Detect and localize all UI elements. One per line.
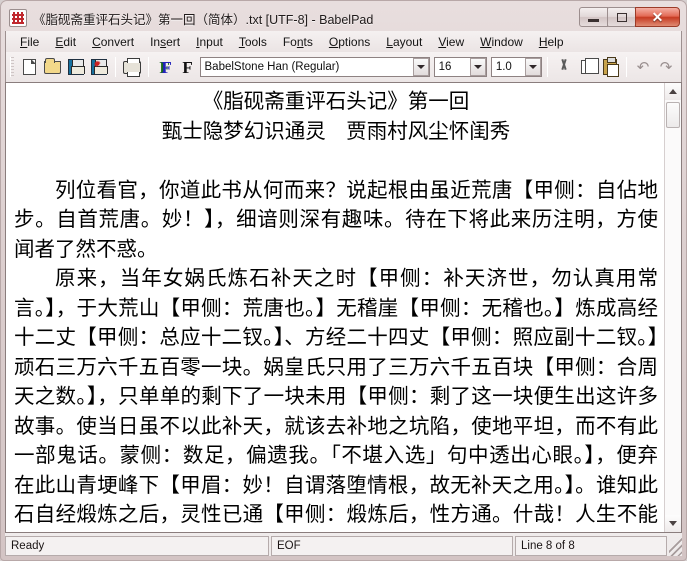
status-position: EOF bbox=[271, 536, 513, 556]
close-button[interactable]: ✕ bbox=[635, 7, 680, 27]
paste-button[interactable] bbox=[599, 55, 621, 79]
status-text: Ready bbox=[5, 536, 269, 556]
floppy-disk-star-icon: ✹ bbox=[91, 59, 107, 75]
open-folder-icon bbox=[44, 61, 61, 74]
resize-grip[interactable] bbox=[669, 536, 682, 556]
font-icon: F bbox=[182, 59, 192, 76]
vertical-scrollbar[interactable] bbox=[664, 83, 681, 532]
line-scale-value: 1.0 bbox=[496, 61, 523, 73]
maximize-icon bbox=[617, 13, 627, 22]
chevron-up-icon bbox=[669, 89, 677, 94]
document-body: 《脂砚斋重评石头记》第一回 甄士隐梦幻识通灵 贾雨村风尘怀闺秀 列位看官，你道此… bbox=[14, 87, 658, 532]
application-window: 《脂砚斋重评石头记》第一回（简体）.txt [UTF-8] - BabelPad… bbox=[0, 0, 687, 561]
menu-item-tools[interactable]: Tools bbox=[231, 33, 275, 51]
undo-button[interactable]: ↶ bbox=[632, 55, 654, 79]
scrollbar-thumb[interactable] bbox=[666, 102, 680, 128]
cut-button[interactable] bbox=[553, 55, 575, 79]
client-area: File Edit Convert Insert Input Tools Fon… bbox=[5, 31, 682, 556]
chevron-down-icon[interactable] bbox=[525, 58, 541, 76]
title-bar: 《脂砚斋重评石头记》第一回（简体）.txt [UTF-8] - BabelPad… bbox=[5, 5, 682, 31]
toolbar-separator bbox=[148, 57, 149, 77]
clipboard-paste-icon bbox=[603, 59, 617, 75]
toolbar: ✹ F F BabelStone Han (Regular) 16 bbox=[5, 52, 682, 82]
babelpad-icon bbox=[9, 9, 27, 27]
line-scale-combo[interactable]: 1.0 bbox=[491, 57, 542, 77]
chevron-down-icon bbox=[669, 521, 677, 526]
font-colour-button[interactable]: F bbox=[154, 55, 176, 79]
menu-item-edit[interactable]: Edit bbox=[47, 33, 84, 51]
menu-item-layout[interactable]: Layout bbox=[378, 33, 430, 51]
menu-bar: File Edit Convert Insert Input Tools Fon… bbox=[5, 31, 682, 52]
new-document-icon bbox=[23, 59, 36, 75]
font-size-value: 16 bbox=[439, 61, 468, 73]
menu-item-view[interactable]: View bbox=[430, 33, 472, 51]
redo-button[interactable]: ↷ bbox=[655, 55, 677, 79]
menu-item-options[interactable]: Options bbox=[321, 33, 378, 51]
scroll-up-button[interactable] bbox=[665, 83, 681, 100]
document-title-line-2: 甄士隐梦幻识通灵 贾雨村风尘怀闺秀 bbox=[14, 117, 658, 147]
menu-item-convert[interactable]: Convert bbox=[84, 33, 142, 51]
menu-item-input[interactable]: Input bbox=[188, 33, 231, 51]
font-name-combo[interactable]: BabelStone Han (Regular) bbox=[200, 57, 430, 77]
chevron-down-icon[interactable] bbox=[413, 58, 429, 76]
menu-item-help[interactable]: Help bbox=[531, 33, 572, 51]
document-blank-line bbox=[14, 146, 658, 176]
status-bar: Ready EOF Line 8 of 8 bbox=[5, 536, 682, 556]
document-paragraph-2: 原来，当年女娲氏炼石补天之时【甲侧：补天济世，勿认真用常言。】，于大荒山【甲侧：… bbox=[14, 264, 658, 532]
text-editor[interactable]: 《脂砚斋重评石头记》第一回 甄士隐梦幻识通灵 贾雨村风尘怀闺秀 列位看官，你道此… bbox=[6, 83, 664, 532]
close-icon: ✕ bbox=[652, 10, 664, 24]
undo-arrow-icon: ↶ bbox=[637, 60, 650, 75]
maximize-button[interactable] bbox=[607, 7, 636, 27]
new-button[interactable] bbox=[19, 55, 41, 79]
font-name-value: BabelStone Han (Regular) bbox=[205, 61, 411, 73]
font-button[interactable]: F bbox=[177, 55, 199, 79]
toolbar-separator bbox=[547, 57, 548, 77]
scroll-down-button[interactable] bbox=[665, 515, 681, 532]
document-paragraph-1: 列位看官，你道此书从何而来？说起根由虽近荒唐【甲侧：自佔地步。自首荒唐。妙！】，… bbox=[14, 176, 658, 265]
floppy-disk-icon bbox=[68, 59, 84, 75]
scissors-icon bbox=[556, 59, 572, 75]
minimize-button[interactable] bbox=[579, 7, 608, 27]
scrollbar-track[interactable] bbox=[665, 100, 681, 515]
redo-arrow-icon: ↷ bbox=[660, 60, 673, 75]
copy-button[interactable] bbox=[576, 55, 598, 79]
toolbar-grip[interactable] bbox=[10, 57, 14, 77]
toolbar-separator bbox=[115, 57, 116, 77]
font-size-combo[interactable]: 16 bbox=[434, 57, 487, 77]
toolbar-separator bbox=[626, 57, 627, 77]
open-button[interactable] bbox=[42, 55, 64, 79]
document-title-line-1: 《脂砚斋重评石头记》第一回 bbox=[14, 87, 658, 117]
print-button[interactable] bbox=[121, 55, 143, 79]
window-controls: ✕ bbox=[580, 6, 680, 28]
font-colour-icon: F bbox=[159, 59, 169, 76]
menu-item-fonts[interactable]: Fonts bbox=[275, 33, 321, 51]
menu-item-window[interactable]: Window bbox=[472, 33, 531, 51]
chevron-down-icon[interactable] bbox=[470, 58, 486, 76]
editor-container: 《脂砚斋重评石头记》第一回 甄士隐梦幻识通灵 贾雨村风尘怀闺秀 列位看官，你道此… bbox=[5, 82, 682, 533]
status-line-info: Line 8 of 8 bbox=[515, 536, 667, 556]
menu-item-file[interactable]: File bbox=[12, 33, 47, 51]
menu-item-insert[interactable]: Insert bbox=[142, 33, 188, 51]
copy-icon bbox=[581, 60, 593, 74]
save-as-button[interactable]: ✹ bbox=[88, 55, 110, 79]
printer-icon bbox=[123, 61, 141, 74]
minimize-icon bbox=[588, 19, 599, 22]
save-button[interactable] bbox=[65, 55, 87, 79]
window-title: 《脂砚斋重评石头记》第一回（简体）.txt [UTF-8] - BabelPad bbox=[33, 9, 373, 28]
